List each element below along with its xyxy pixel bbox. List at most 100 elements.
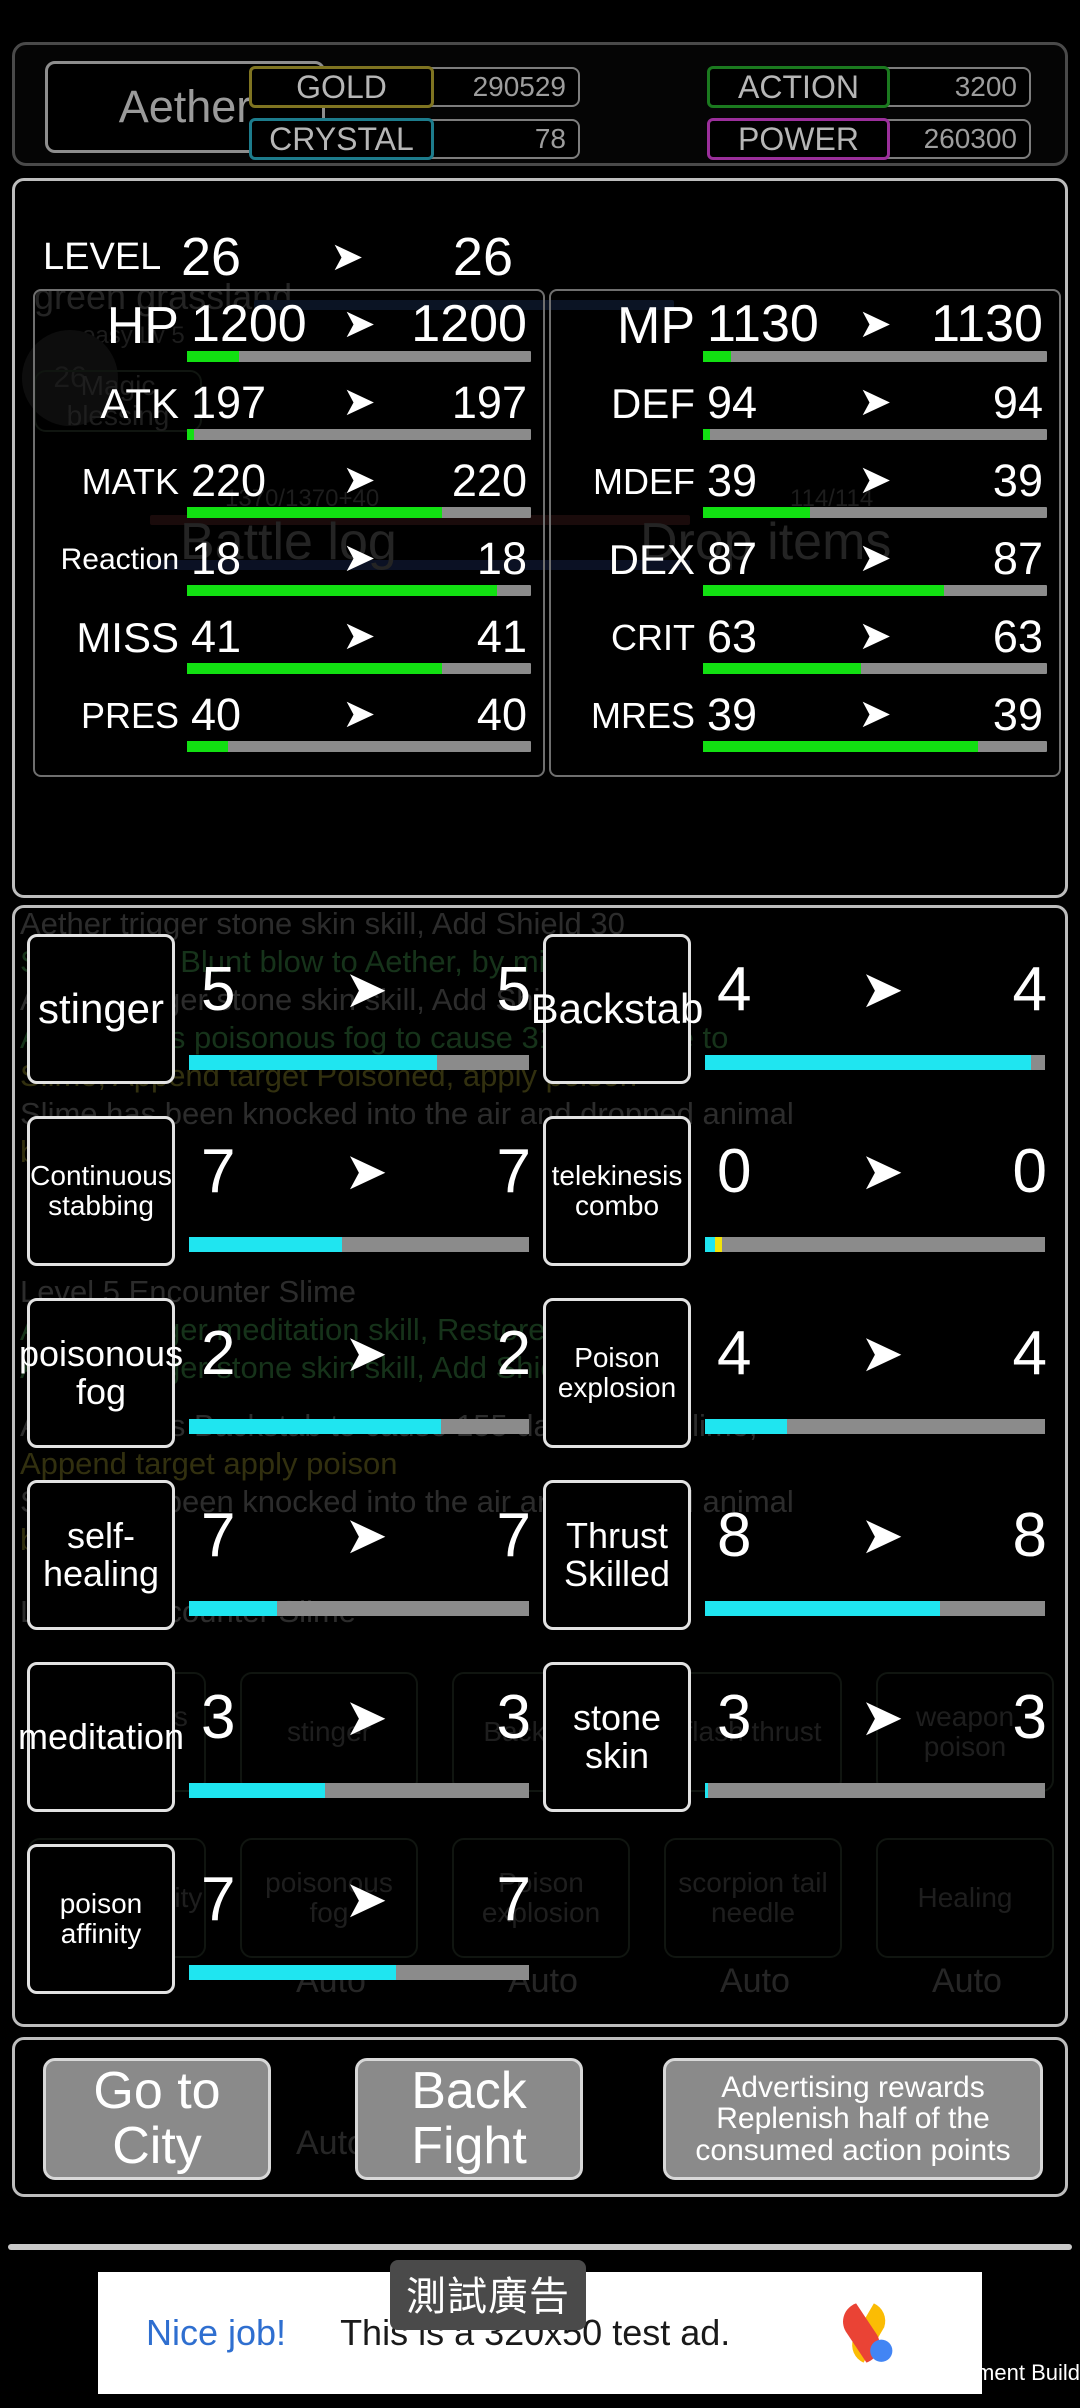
skill-name-box[interactable]: stone skin bbox=[543, 1662, 691, 1812]
skill-name-box[interactable]: Thrust Skilled bbox=[543, 1480, 691, 1630]
arrow-icon: ➤ bbox=[344, 1325, 388, 1383]
skill-row[interactable]: stinger 5 ➤ 5 bbox=[27, 918, 537, 1100]
advertising-reward-button[interactable]: Advertising rewards Replenish half of the… bbox=[663, 2058, 1043, 2180]
stat-label-hp: HP bbox=[106, 297, 179, 355]
arrow-icon: ➤ bbox=[342, 692, 376, 736]
stat-level-after: 26 bbox=[452, 227, 513, 287]
stat-row-atk: ATK 197 ➤ 197 bbox=[39, 375, 539, 453]
stat-label-reaction: Reaction bbox=[60, 543, 179, 576]
skill-progress-bar bbox=[189, 1965, 529, 1980]
stat-row-dex: DEX 87 ➤ 87 bbox=[555, 531, 1055, 609]
action-button-bar: Go to City Back Fight Advertising rewards R… bbox=[12, 2037, 1068, 2197]
stat-label-mdef: MDEF bbox=[593, 461, 695, 502]
stat-before-matk: 220 bbox=[191, 454, 267, 506]
skill-row[interactable]: telekinesis combo 0 ➤ 0 bbox=[543, 1100, 1053, 1282]
skill-name-box[interactable]: telekinesis combo bbox=[543, 1116, 691, 1266]
go-to-city-button[interactable]: Go to City bbox=[43, 2058, 271, 2180]
skill-row[interactable]: Backstab 4 ➤ 4 bbox=[531, 918, 1053, 1100]
skill-progress-bar bbox=[705, 1237, 1045, 1252]
stat-before-def: 94 bbox=[707, 376, 758, 428]
skill-progress-bar bbox=[189, 1419, 529, 1434]
resource-action[interactable]: ACTION 3200 bbox=[707, 66, 1031, 108]
skill-progress-bar bbox=[705, 1419, 1045, 1434]
skill-progress-bar bbox=[189, 1783, 529, 1798]
skill-name-box[interactable]: Backstab bbox=[531, 934, 703, 1084]
ad-nice-text: Nice job! bbox=[146, 2312, 287, 2353]
arrow-icon: ➤ bbox=[344, 961, 388, 1019]
resource-crystal-value: 78 bbox=[534, 123, 566, 154]
stat-bar-matk bbox=[187, 507, 531, 518]
stat-label-atk: ATK bbox=[100, 380, 179, 427]
skill-grid: stinger 5 ➤ 5 Backstab 4 ➤ 4 Continuous stabbing… bbox=[18, 918, 1053, 2014]
skill-progress-bar bbox=[705, 1055, 1045, 1070]
arrow-icon: ➤ bbox=[342, 536, 376, 580]
arrow-icon: ➤ bbox=[342, 380, 376, 424]
stat-after-def: 94 bbox=[992, 376, 1043, 428]
skill-name-box[interactable]: poison affinity bbox=[27, 1844, 175, 1994]
skill-name-box[interactable]: self-healing bbox=[27, 1480, 175, 1630]
stats-column-right: MP 1130 ➤ 1130 DEF 94 ➤ 94 MDEF 39 ➤ 39 DEX 87 ➤ 87 CRIT… bbox=[549, 289, 1061, 777]
stat-label-pres: PRES bbox=[80, 695, 179, 736]
resource-crystal-label: CRYSTAL bbox=[249, 118, 434, 160]
stat-before-mp: 1130 bbox=[707, 295, 819, 353]
skill-level-before: 0 bbox=[717, 1137, 752, 1206]
skill-row[interactable]: poisonous fog 2 ➤ 2 bbox=[19, 1282, 537, 1464]
stat-row-crit: CRIT 63 ➤ 63 bbox=[555, 609, 1055, 687]
stat-label-miss: MISS bbox=[76, 614, 179, 661]
ad-banner[interactable]: Nice job! This is a 320x50 test ad. 測試廣告 bbox=[98, 2260, 982, 2394]
skill-row[interactable]: poison affinity 7 ➤ 7 bbox=[27, 1828, 537, 2010]
skill-level-before: 7 bbox=[201, 1501, 236, 1570]
arrow-icon: ➤ bbox=[858, 614, 892, 658]
stat-after-reaction: 18 bbox=[476, 532, 527, 584]
arrow-icon: ➤ bbox=[330, 235, 364, 279]
skill-row[interactable]: Thrust Skilled 8 ➤ 8 bbox=[543, 1464, 1053, 1646]
skill-name-box[interactable]: meditation bbox=[18, 1662, 184, 1812]
skill-level-after: 7 bbox=[496, 1137, 531, 1206]
skills-panel: stinger 5 ➤ 5 Backstab 4 ➤ 4 Continuous stabbing… bbox=[12, 905, 1068, 2027]
skill-row[interactable]: meditation 3 ➤ 3 bbox=[18, 1646, 537, 1828]
skill-row[interactable]: stone skin 3 ➤ 3 bbox=[543, 1646, 1053, 1828]
stat-row-mp: MP 1130 ➤ 1130 bbox=[555, 297, 1055, 375]
resource-power-value: 260300 bbox=[923, 123, 1017, 154]
stat-label-def: DEF bbox=[611, 380, 695, 427]
stat-row-miss: MISS 41 ➤ 41 bbox=[39, 609, 539, 687]
stat-row-mdef: MDEF 39 ➤ 39 bbox=[555, 453, 1055, 531]
skill-name-box[interactable]: Poison explosion bbox=[543, 1298, 691, 1448]
skill-row[interactable]: Poison explosion 4 ➤ 4 bbox=[543, 1282, 1053, 1464]
arrow-icon: ➤ bbox=[342, 302, 376, 346]
skill-level-before: 3 bbox=[201, 1683, 236, 1752]
resource-power[interactable]: POWER 260300 bbox=[707, 118, 1031, 160]
stat-before-reaction: 18 bbox=[191, 532, 242, 584]
stat-after-hp: 1200 bbox=[411, 295, 527, 353]
skill-row[interactable]: Continuous stabbing 7 ➤ 7 bbox=[27, 1100, 537, 1282]
stat-row-matk: MATK 220 ➤ 220 bbox=[39, 453, 539, 531]
stat-before-hp: 1200 bbox=[191, 295, 307, 353]
arrow-icon: ➤ bbox=[344, 1871, 388, 1929]
header-bar: Aether GOLD 290529 CRYSTAL 78 ACTION 320… bbox=[12, 42, 1068, 166]
stat-row-hp: HP 1200 ➤ 1200 bbox=[39, 297, 539, 375]
ad-divider bbox=[8, 2244, 1072, 2250]
skill-name-box[interactable]: Continuous stabbing bbox=[27, 1116, 175, 1266]
stat-after-pres: 40 bbox=[476, 688, 527, 740]
stat-bar-miss bbox=[187, 663, 531, 674]
skill-name-box[interactable]: poisonous fog bbox=[19, 1298, 183, 1448]
skill-progress-bar bbox=[705, 1601, 1045, 1616]
skill-name-box[interactable]: stinger bbox=[27, 934, 175, 1084]
skill-level-before: 4 bbox=[717, 955, 752, 1024]
skill-row[interactable]: self-healing 7 ➤ 7 bbox=[27, 1464, 537, 1646]
skill-progress-bar bbox=[705, 1783, 1045, 1798]
skill-level-after: 4 bbox=[1012, 955, 1047, 1024]
stat-after-mres: 39 bbox=[992, 688, 1043, 740]
arrow-icon: ➤ bbox=[342, 614, 376, 658]
resource-action-label: ACTION bbox=[707, 66, 890, 108]
stat-label-level: LEVEL bbox=[43, 235, 162, 278]
resource-gold[interactable]: GOLD 290529 bbox=[249, 66, 580, 108]
back-fight-button[interactable]: Back Fight bbox=[355, 2058, 583, 2180]
stat-before-mres: 39 bbox=[707, 688, 758, 740]
arrow-icon: ➤ bbox=[344, 1689, 388, 1747]
arrow-icon: ➤ bbox=[344, 1507, 388, 1565]
player-name: Aether bbox=[118, 81, 252, 132]
arrow-icon: ➤ bbox=[860, 961, 904, 1019]
resource-crystal[interactable]: CRYSTAL 78 bbox=[249, 118, 580, 160]
arrow-icon: ➤ bbox=[342, 458, 376, 502]
